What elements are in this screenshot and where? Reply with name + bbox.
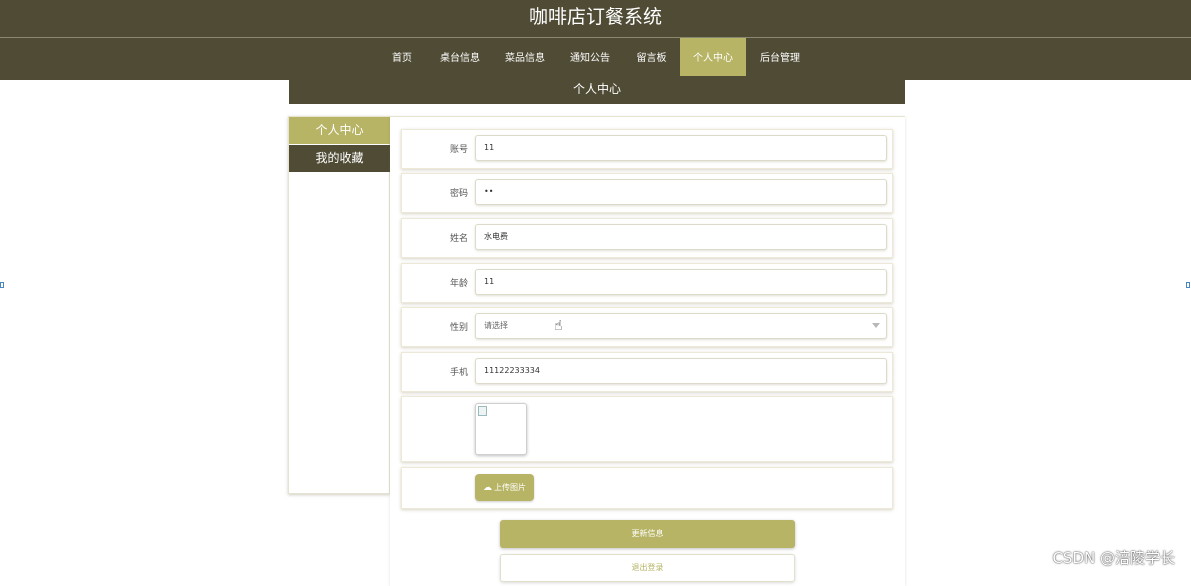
age-field[interactable]: 11 (475, 269, 887, 295)
sidebar-item-personal-center[interactable]: 个人中心 (289, 117, 390, 144)
sidebar-item-favorites[interactable]: 我的收藏 (289, 145, 390, 172)
form-row-upload: ☁ 上传图片 (401, 467, 893, 509)
upload-image-button[interactable]: ☁ 上传图片 (475, 474, 534, 501)
form-row-phone: 手机 11122233334 (401, 352, 893, 392)
name-field[interactable]: 水电费 (475, 224, 887, 250)
cloud-upload-icon: ☁ (483, 483, 492, 493)
broken-image-icon (478, 406, 487, 416)
phone-label: 手机 (449, 368, 468, 378)
top-header: 咖啡店订餐系统 首页 桌台信息 菜品信息 通知公告 留言板 个人中心 后台管理 (0, 0, 1191, 81)
form-row-gender: 性别 请选择 (401, 307, 893, 347)
name-label: 姓名 (449, 234, 468, 244)
nav-item-dishes[interactable]: 菜品信息 (499, 38, 551, 80)
account-label: 账号 (449, 145, 468, 155)
update-info-button[interactable]: 更新信息 (500, 520, 795, 548)
logout-button[interactable]: 退出登录 (500, 554, 795, 582)
form-row-avatar (401, 396, 893, 462)
phone-field[interactable]: 11122233334 (475, 358, 887, 384)
main-nav: 首页 桌台信息 菜品信息 通知公告 留言板 个人中心 后台管理 (0, 38, 1191, 81)
form-row-age: 年龄 11 (401, 263, 893, 303)
nav-item-notices[interactable]: 通知公告 (564, 38, 616, 80)
site-title: 咖啡店订餐系统 (528, 6, 662, 28)
gender-select-value: 请选择 (484, 321, 508, 330)
form-row-name: 姓名 水电费 (401, 218, 893, 258)
account-field[interactable]: 11 (475, 135, 887, 161)
gender-select[interactable]: 请选择 (475, 313, 887, 339)
form-row-password: 密码 •• (401, 173, 893, 213)
password-label: 密码 (449, 189, 468, 199)
upload-image-label: 上传图片 (494, 483, 526, 492)
nav-item-personal-center[interactable]: 个人中心 (680, 38, 746, 81)
gender-label: 性别 (449, 323, 468, 333)
edge-marker-left (0, 282, 4, 288)
nav-item-message-board[interactable]: 留言板 (629, 38, 674, 80)
age-label: 年龄 (449, 279, 468, 289)
profile-form: 账号 11 密码 •• 姓名 水电费 年龄 11 性别 请选择 手机 11122… (390, 116, 905, 586)
sidebar: 个人中心 我的收藏 (288, 116, 390, 494)
form-row-account: 账号 11 (401, 129, 893, 169)
chevron-down-icon (872, 323, 880, 328)
hand-pointer-icon: ☝ (554, 318, 563, 334)
nav-item-home[interactable]: 首页 (383, 38, 421, 80)
edge-marker-right (1186, 282, 1190, 288)
nav-item-admin[interactable]: 后台管理 (754, 38, 806, 80)
watermark: CSDN @涪陵学长 (1052, 549, 1175, 567)
page-title-banner: 个人中心 (289, 76, 905, 104)
password-field[interactable]: •• (475, 179, 887, 205)
avatar-preview (475, 403, 527, 455)
nav-item-tables[interactable]: 桌台信息 (434, 38, 486, 80)
